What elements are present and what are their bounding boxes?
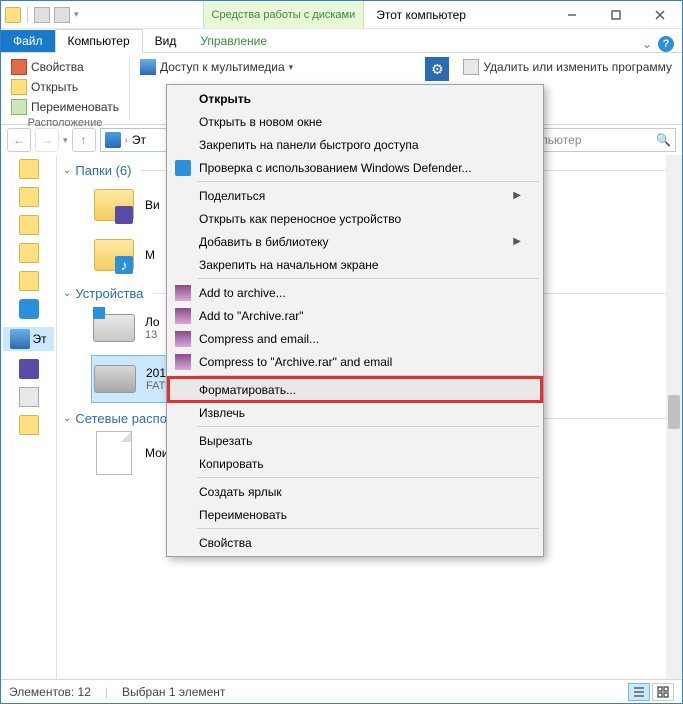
- ctx-properties[interactable]: Свойства: [169, 531, 541, 554]
- folder-icon[interactable]: [19, 243, 39, 263]
- shield-icon: [175, 160, 191, 176]
- ribbon-properties[interactable]: Свойства: [7, 57, 123, 77]
- tab-computer[interactable]: Компьютер: [55, 29, 143, 53]
- ribbon-open[interactable]: Открыть: [7, 77, 123, 97]
- winrar-icon: [175, 285, 191, 301]
- status-item-count: Элементов: 12: [9, 685, 91, 699]
- ctx-copy[interactable]: Копировать: [169, 452, 541, 475]
- qat-dropdown[interactable]: ▾: [74, 9, 79, 20]
- video-icon[interactable]: [19, 359, 39, 379]
- ctx-add-library[interactable]: Добавить в библиотеку▶: [169, 230, 541, 253]
- ctx-rename[interactable]: Переименовать: [169, 503, 541, 526]
- ribbon-uninstall[interactable]: Удалить или изменить программу: [459, 57, 676, 77]
- status-bar: Элементов: 12 | Выбран 1 элемент: [1, 679, 682, 703]
- ribbon-rename[interactable]: Переименовать: [7, 97, 123, 117]
- ctx-share[interactable]: Поделиться▶: [169, 184, 541, 207]
- onedrive-icon[interactable]: [19, 299, 39, 319]
- tab-file[interactable]: Файл: [1, 30, 55, 52]
- ctx-create-shortcut[interactable]: Создать ярлык: [169, 480, 541, 503]
- doc-icon[interactable]: [19, 387, 39, 407]
- qat-btn[interactable]: [54, 7, 70, 23]
- forward-button[interactable]: →: [35, 128, 59, 152]
- vertical-scrollbar[interactable]: [666, 155, 682, 679]
- winrar-icon: [175, 354, 191, 370]
- quick-access-toolbar: ▾: [1, 7, 83, 23]
- title-bar: ▾ Средства работы с дисками Этот компьют…: [1, 1, 682, 29]
- search-icon[interactable]: 🔍: [656, 133, 671, 147]
- qat-btn[interactable]: [34, 7, 50, 23]
- ctx-open-new-window[interactable]: Открыть в новом окне: [169, 110, 541, 133]
- status-selection: Выбран 1 элемент: [122, 685, 225, 699]
- ribbon-group-label: Расположение: [7, 117, 123, 129]
- up-button[interactable]: ↑: [72, 128, 96, 152]
- ctx-open-portable[interactable]: Открыть как переносное устройство: [169, 207, 541, 230]
- tab-view[interactable]: Вид: [143, 30, 189, 52]
- window-title: Этот компьютер: [376, 8, 466, 22]
- ctx-eject[interactable]: Извлечь: [169, 401, 541, 424]
- chevron-right-icon: ▶: [513, 236, 521, 247]
- ctx-compress-email[interactable]: Compress and email...: [169, 327, 541, 350]
- sidebar-this-pc[interactable]: Эт: [3, 327, 54, 351]
- folder-icon[interactable]: [19, 415, 39, 435]
- view-details-button[interactable]: [628, 683, 650, 701]
- ctx-add-archive-rar[interactable]: Add to "Archive.rar": [169, 304, 541, 327]
- folder-icon[interactable]: [19, 215, 39, 235]
- ctx-pin-start[interactable]: Закрепить на начальном экране: [169, 253, 541, 276]
- minimize-button[interactable]: [550, 1, 594, 29]
- breadcrumb[interactable]: Эт: [132, 133, 146, 147]
- app-icon: [5, 7, 21, 23]
- ctx-compress-rar-email[interactable]: Compress to "Archive.rar" and email: [169, 350, 541, 373]
- ribbon-collapse-icon[interactable]: ⌄: [642, 37, 652, 51]
- ctx-pin-quick-access[interactable]: Закрепить на панели быстрого доступа: [169, 133, 541, 156]
- tab-manage[interactable]: Управление: [188, 30, 279, 52]
- ctx-format[interactable]: Форматировать...: [169, 378, 541, 401]
- ctx-defender-scan[interactable]: Проверка с использованием Windows Defend…: [169, 156, 541, 179]
- nav-pane[interactable]: Эт: [1, 155, 57, 679]
- close-button[interactable]: [638, 1, 682, 29]
- folder-icon[interactable]: [19, 271, 39, 291]
- history-dropdown[interactable]: ▾: [63, 135, 68, 146]
- help-icon[interactable]: ?: [658, 36, 674, 52]
- ctx-cut[interactable]: Вырезать: [169, 429, 541, 452]
- context-menu: Открыть Открыть в новом окне Закрепить н…: [166, 84, 544, 557]
- winrar-icon: [175, 308, 191, 324]
- pc-icon: [105, 132, 121, 148]
- contextual-tab-header: Средства работы с дисками: [203, 1, 365, 28]
- back-button[interactable]: ←: [7, 128, 31, 152]
- ctx-open[interactable]: Открыть: [169, 87, 541, 110]
- winrar-icon: [175, 331, 191, 347]
- chevron-right-icon: ▶: [513, 190, 521, 201]
- ribbon-media-access[interactable]: Доступ к мультимедиа ▾: [136, 57, 297, 77]
- ribbon-tabs: Файл Компьютер Вид Управление ⌄ ?: [1, 29, 682, 53]
- view-icons-button[interactable]: [652, 683, 674, 701]
- folder-icon[interactable]: [19, 187, 39, 207]
- folder-icon[interactable]: [19, 159, 39, 179]
- settings-icon[interactable]: ⚙: [425, 57, 449, 81]
- ctx-add-archive[interactable]: Add to archive...: [169, 281, 541, 304]
- maximize-button[interactable]: [594, 1, 638, 29]
